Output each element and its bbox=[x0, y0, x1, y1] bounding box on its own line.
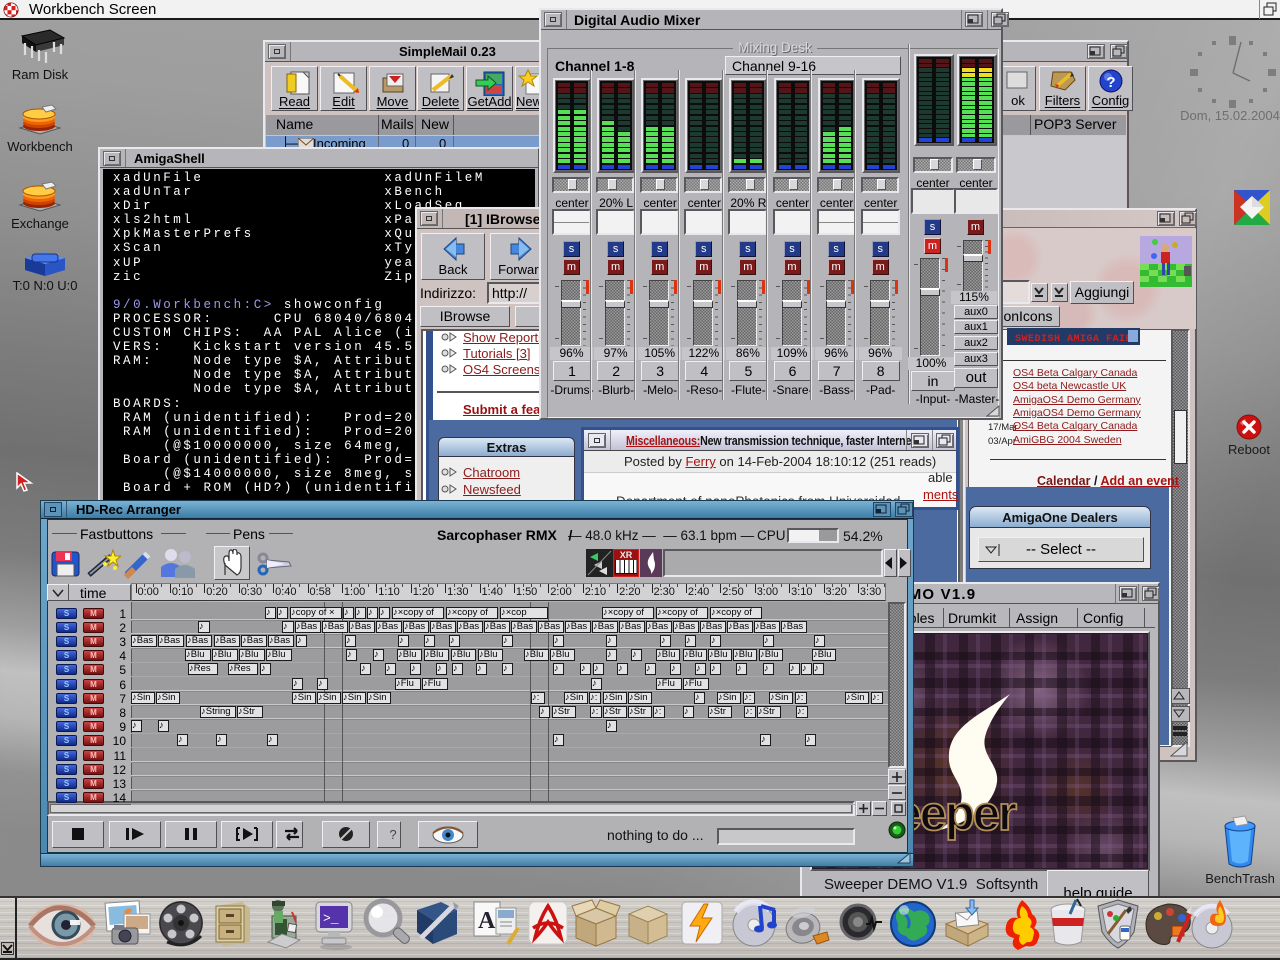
svg-text:>_: >_ bbox=[323, 911, 339, 926]
svg-text:?: ? bbox=[389, 827, 396, 842]
svg-text:A: A bbox=[478, 908, 496, 934]
svg-text:?: ? bbox=[1106, 74, 1115, 91]
